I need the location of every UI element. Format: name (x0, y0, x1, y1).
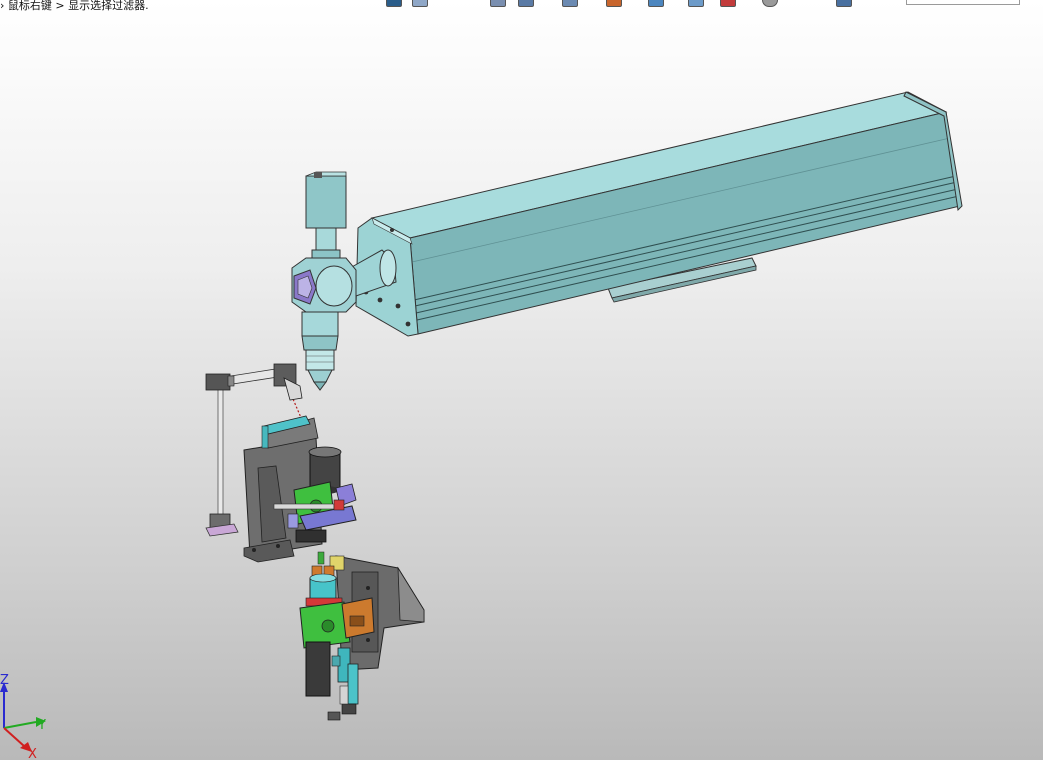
upper-fixture[interactable] (243, 415, 357, 563)
lower-fixture[interactable] (299, 551, 425, 721)
y-axis-label: Y (37, 718, 46, 733)
cad-viewport[interactable]: Z Y X (0, 0, 1043, 760)
laser-head[interactable] (291, 171, 397, 391)
axis-triad: Z Y X (0, 673, 46, 760)
z-axis-label: Z (0, 673, 9, 688)
linear-actuator-beam[interactable] (355, 91, 963, 337)
x-axis-label: X (28, 747, 37, 760)
